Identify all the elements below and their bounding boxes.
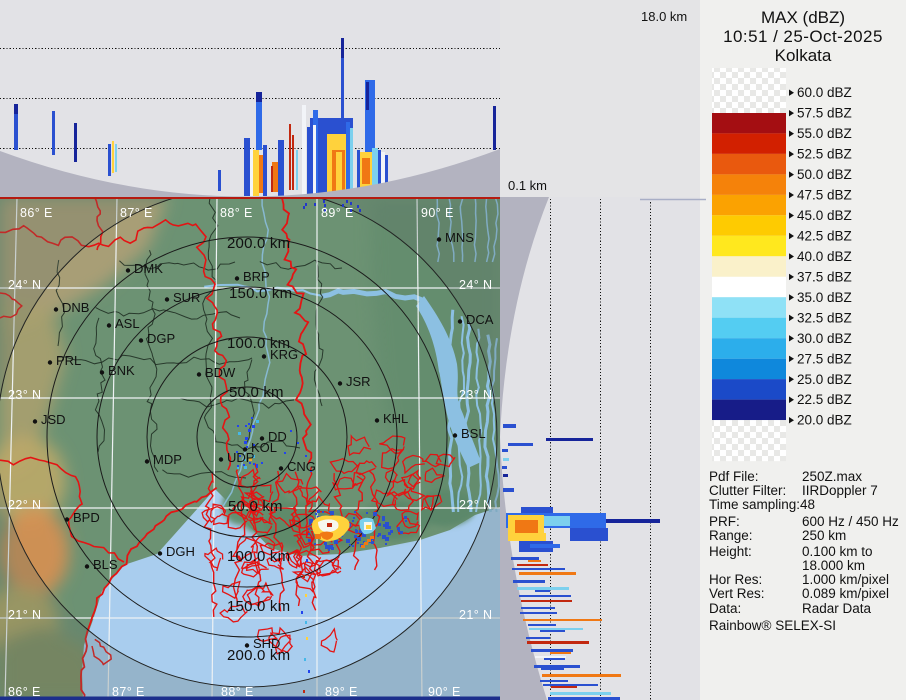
svg-text:KHL: KHL <box>383 411 408 426</box>
svg-text:250 km: 250 km <box>802 528 846 543</box>
svg-text:23° N: 23° N <box>459 388 492 402</box>
svg-text:DGH: DGH <box>166 544 195 559</box>
svg-text:Clutter Filter:: Clutter Filter: <box>709 483 786 498</box>
svg-text:KRG: KRG <box>270 347 298 362</box>
svg-text:37.5 dBZ: 37.5 dBZ <box>797 269 852 284</box>
svg-text:150.0 km: 150.0 km <box>229 285 292 302</box>
svg-text:BNK: BNK <box>108 363 135 378</box>
svg-text:MAX (dBZ): MAX (dBZ) <box>761 8 845 27</box>
svg-text:10:51 / 25-Oct-2025: 10:51 / 25-Oct-2025 <box>723 27 883 46</box>
svg-text:Rainbow® SELEX-SI: Rainbow® SELEX-SI <box>709 618 836 633</box>
svg-text:ASL: ASL <box>115 316 140 331</box>
svg-text:DCA: DCA <box>466 312 494 327</box>
svg-text:CNG: CNG <box>287 459 316 474</box>
svg-text:50.0 dBZ: 50.0 dBZ <box>797 167 852 182</box>
svg-text:52.5 dBZ: 52.5 dBZ <box>797 147 852 162</box>
svg-text:SHD: SHD <box>253 636 280 651</box>
svg-text:22° N: 22° N <box>8 498 41 512</box>
svg-text:JSD: JSD <box>41 412 66 427</box>
svg-text:18.000 km: 18.000 km <box>802 558 865 573</box>
svg-text:Radar Data: Radar Data <box>802 601 872 616</box>
svg-text:Time sampling:48: Time sampling:48 <box>709 497 815 512</box>
svg-text:0.089 km/pixel: 0.089 km/pixel <box>802 586 889 601</box>
svg-text:55.0 dBZ: 55.0 dBZ <box>797 126 852 141</box>
svg-text:25.0 dBZ: 25.0 dBZ <box>797 372 852 387</box>
svg-text:23° N: 23° N <box>8 388 41 402</box>
svg-text:86° E: 86° E <box>20 206 53 220</box>
svg-text:21° N: 21° N <box>459 608 492 622</box>
svg-text:600 Hz / 450 Hz: 600 Hz / 450 Hz <box>802 514 899 529</box>
svg-text:87° E: 87° E <box>120 206 153 220</box>
svg-text:Height:: Height: <box>709 544 752 559</box>
svg-text:35.0 dBZ: 35.0 dBZ <box>797 290 852 305</box>
svg-text:30.0 dBZ: 30.0 dBZ <box>797 331 852 346</box>
svg-text:50.0 km: 50.0 km <box>228 498 283 515</box>
svg-text:PRF:: PRF: <box>709 514 740 529</box>
svg-text:MDP: MDP <box>153 452 182 467</box>
svg-text:32.5 dBZ: 32.5 dBZ <box>797 310 852 325</box>
svg-text:100.0 km: 100.0 km <box>227 548 290 565</box>
svg-text:UDP: UDP <box>227 450 254 465</box>
svg-text:Vert Res:: Vert Res: <box>709 586 765 601</box>
svg-text:PRL: PRL <box>56 353 81 368</box>
svg-text:Hor Res:: Hor Res: <box>709 572 762 587</box>
svg-text:IIRDoppler 7: IIRDoppler 7 <box>802 483 878 498</box>
svg-text:250Z.max: 250Z.max <box>802 469 862 484</box>
svg-text:24° N: 24° N <box>459 278 492 292</box>
svg-text:22.5 dBZ: 22.5 dBZ <box>797 392 852 407</box>
svg-text:KOL: KOL <box>251 440 277 455</box>
svg-text:1.000 km/pixel: 1.000 km/pixel <box>802 572 889 587</box>
svg-text:JSR: JSR <box>346 374 371 389</box>
svg-text:21° N: 21° N <box>8 608 41 622</box>
svg-text:50.0 km: 50.0 km <box>229 384 284 401</box>
svg-text:90° E: 90° E <box>421 206 454 220</box>
svg-text:DNB: DNB <box>62 300 89 315</box>
svg-text:45.0 dBZ: 45.0 dBZ <box>797 208 852 223</box>
svg-text:42.5 dBZ: 42.5 dBZ <box>797 229 852 244</box>
svg-text:24° N: 24° N <box>8 278 41 292</box>
svg-text:200.0 km: 200.0 km <box>227 235 290 252</box>
svg-text:40.0 dBZ: 40.0 dBZ <box>797 249 852 264</box>
svg-text:89° E: 89° E <box>321 206 354 220</box>
svg-text:DMK: DMK <box>134 261 163 276</box>
svg-text:Pdf File:: Pdf File: <box>709 469 759 484</box>
svg-text:BDW: BDW <box>205 365 236 380</box>
svg-text:57.5 dBZ: 57.5 dBZ <box>797 106 852 121</box>
svg-text:47.5 dBZ: 47.5 dBZ <box>797 188 852 203</box>
svg-text:0.100 km to: 0.100 km to <box>802 544 873 559</box>
svg-text:SUR: SUR <box>173 290 200 305</box>
svg-text:22° N: 22° N <box>459 498 492 512</box>
svg-text:BPD: BPD <box>73 510 100 525</box>
svg-text:Kolkata: Kolkata <box>775 46 832 65</box>
svg-text:0.1 km: 0.1 km <box>508 178 547 193</box>
svg-text:18.0 km: 18.0 km <box>641 9 687 24</box>
svg-text:Data:: Data: <box>709 601 741 616</box>
svg-text:27.5 dBZ: 27.5 dBZ <box>797 351 852 366</box>
svg-text:Range:: Range: <box>709 528 753 543</box>
svg-text:88° E: 88° E <box>220 206 253 220</box>
svg-text:BRP: BRP <box>243 269 270 284</box>
svg-text:20.0 dBZ: 20.0 dBZ <box>797 413 852 428</box>
svg-text:150.0 km: 150.0 km <box>227 598 290 615</box>
svg-text:MNS: MNS <box>445 230 474 245</box>
svg-text:BSL: BSL <box>461 426 486 441</box>
svg-text:60.0 dBZ: 60.0 dBZ <box>797 85 852 100</box>
svg-text:DGP: DGP <box>147 331 175 346</box>
svg-text:BLS: BLS <box>93 557 118 572</box>
